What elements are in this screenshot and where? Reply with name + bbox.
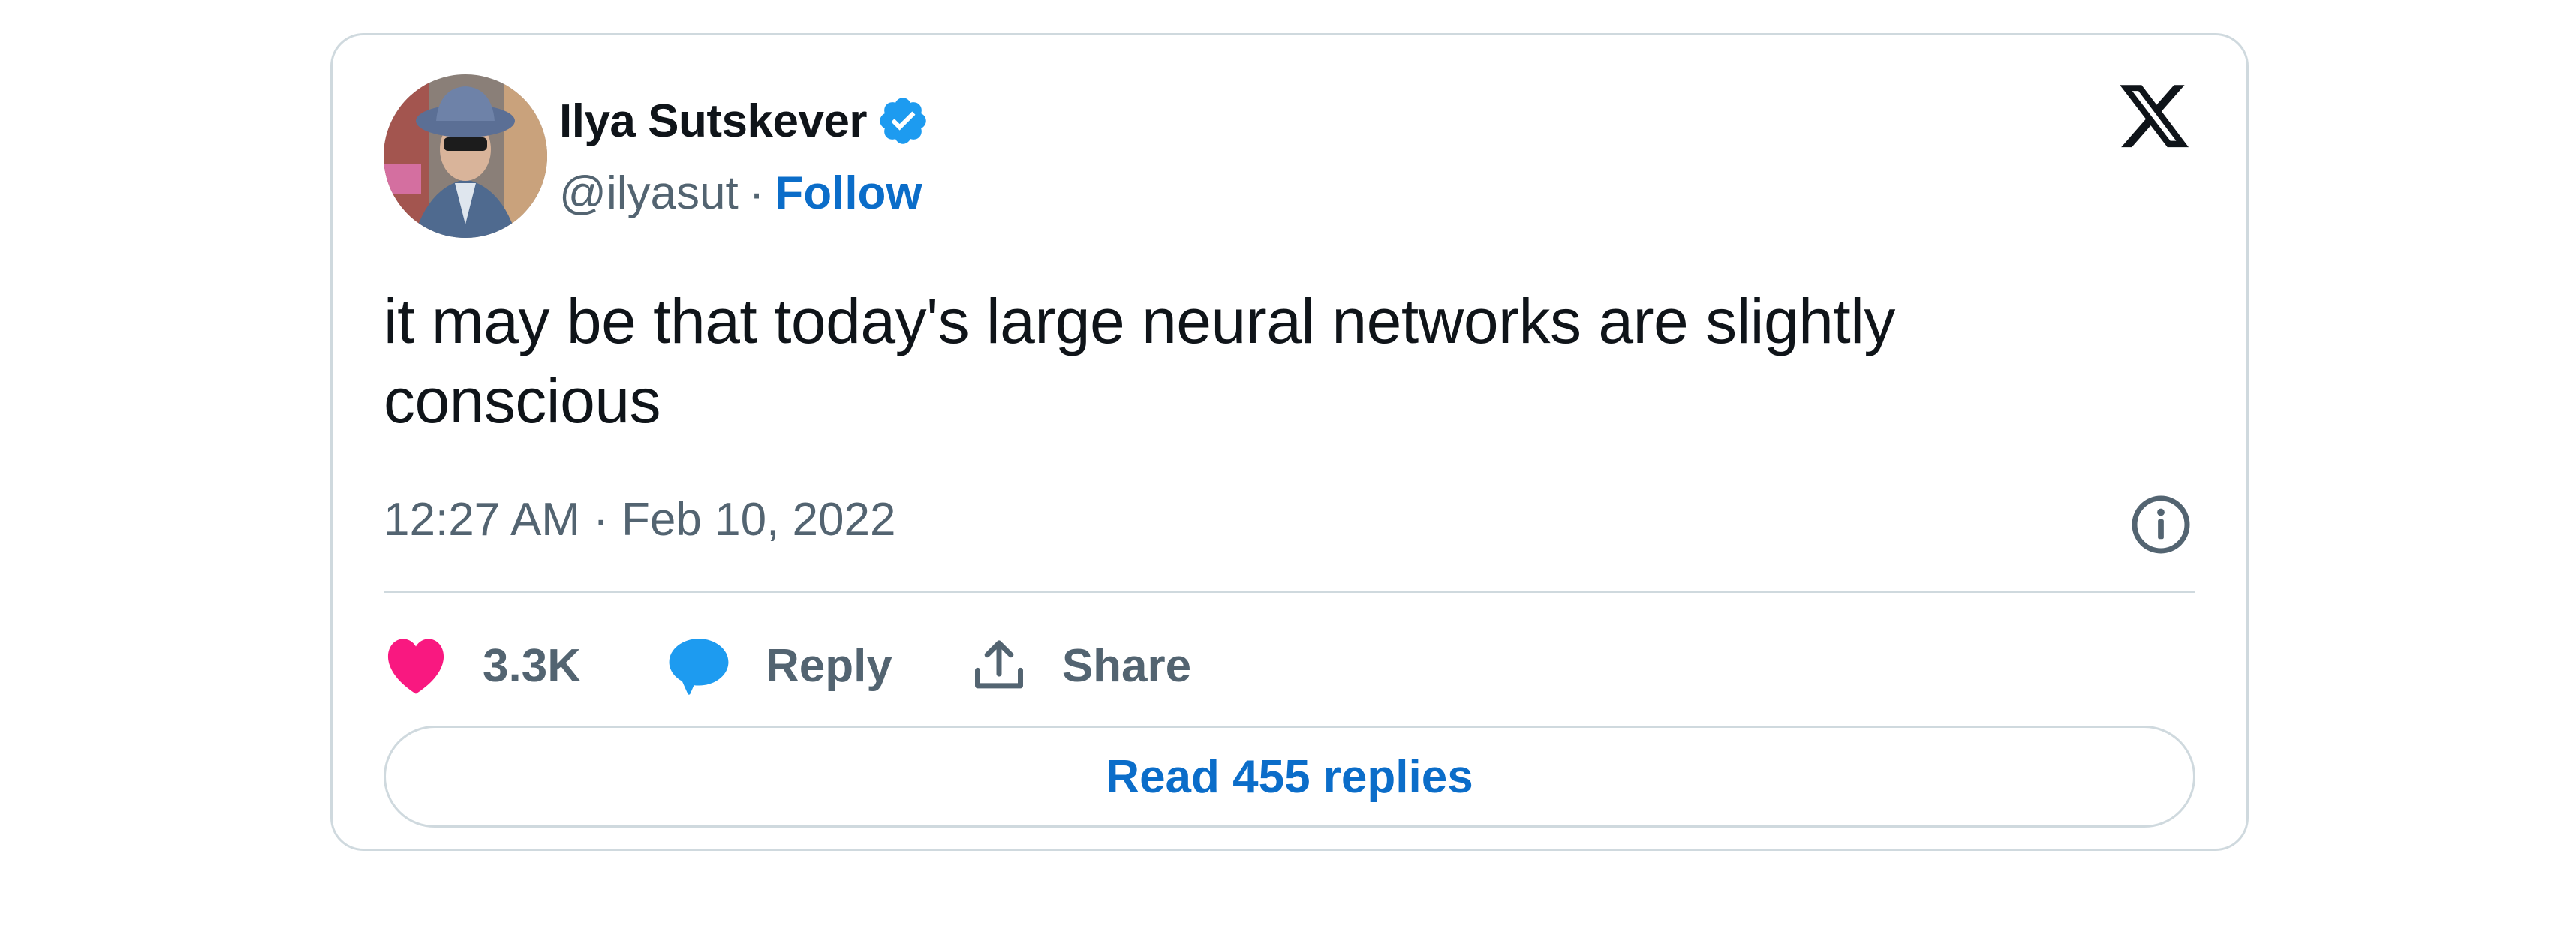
upload-share-icon: [974, 640, 1023, 689]
share-button[interactable]: Share: [971, 637, 1191, 694]
divider: [384, 591, 2195, 593]
reply-label: Reply: [765, 639, 892, 692]
heart-icon: [387, 639, 444, 694]
author-name[interactable]: Ilya Sutskever: [559, 95, 868, 148]
like-count: 3.3K: [483, 639, 581, 692]
tweet-text: it may be that today's large neural netw…: [384, 286, 1895, 436]
author-handle[interactable]: @ilyasut: [559, 167, 739, 220]
read-replies-button[interactable]: Read 455 replies: [384, 726, 2195, 828]
speech-bubble-icon: [669, 639, 729, 695]
tweet-card: Ilya Sutskever @ilyasut · Follow it may …: [330, 33, 2249, 851]
reply-button[interactable]: Reply: [667, 636, 892, 696]
info-icon[interactable]: [2129, 493, 2192, 556]
avatar-image: [384, 74, 547, 238]
follow-button[interactable]: Follow: [775, 167, 922, 220]
read-replies-label: Read 455 replies: [1106, 750, 1473, 803]
tweet-timestamp[interactable]: 12:27 AM · Feb 10, 2022: [384, 490, 895, 550]
action-bar: 3.3K Reply Share: [384, 627, 1191, 705]
verified-badge-icon: [880, 98, 926, 144]
x-logo-icon[interactable]: [2116, 85, 2192, 157]
like-button[interactable]: 3.3K: [384, 636, 581, 695]
handle-separator: ·: [748, 167, 765, 219]
avatar[interactable]: [384, 74, 547, 238]
share-label: Share: [1061, 639, 1192, 692]
